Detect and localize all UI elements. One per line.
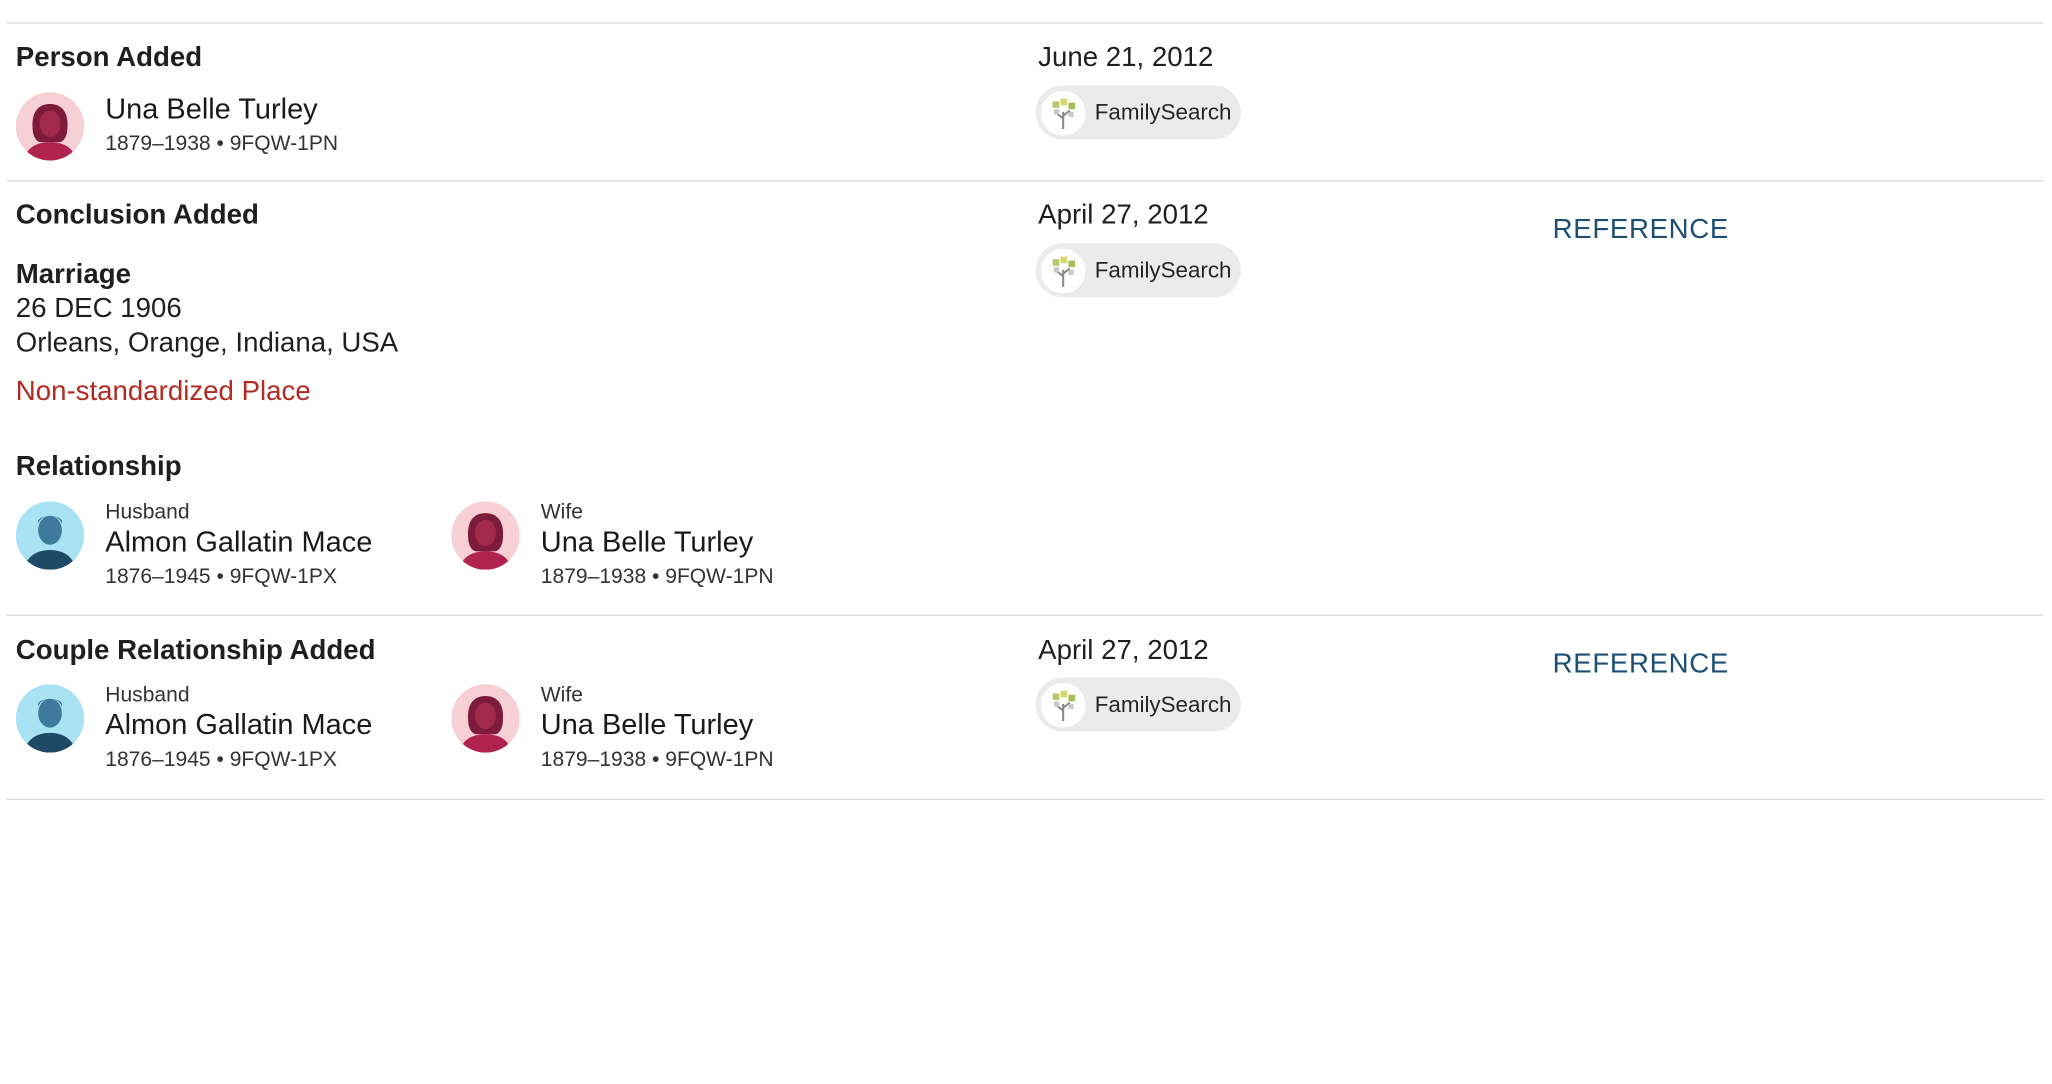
female-avatar-icon xyxy=(15,92,85,161)
person-name[interactable]: Una Belle Turley xyxy=(105,92,338,126)
male-avatar-icon xyxy=(15,501,85,570)
person-lifespan-id: 1879–1938 • 9FQW-1PN xyxy=(540,565,774,589)
male-avatar-icon xyxy=(15,684,85,753)
contributor-name: FamilySearch xyxy=(1094,257,1232,283)
divider xyxy=(6,798,2044,801)
reference-link[interactable]: REFERENCE xyxy=(1553,649,1729,681)
person-lifespan-id: 1879–1938 • 9FQW-1PN xyxy=(540,748,774,772)
wife-card[interactable]: Wife Una Belle Turley 1879–1938 • 9FQW-1… xyxy=(451,684,872,771)
entry-date: June 21, 2012 xyxy=(1038,42,1214,73)
place-warning: Non-standardized Place xyxy=(15,376,311,407)
person-name[interactable]: Una Belle Turley xyxy=(541,525,774,559)
entry-date: April 27, 2012 xyxy=(1038,200,1209,231)
person-name[interactable]: Una Belle Turley xyxy=(541,708,774,742)
reference-link[interactable]: REFERENCE xyxy=(1553,214,1729,246)
contributor-chip[interactable]: FamilySearch xyxy=(1035,243,1241,298)
entry-title: Person Added xyxy=(15,42,203,73)
female-avatar-icon xyxy=(451,684,520,753)
person-lifespan-id: 1879–1938 • 9FQW-1PN xyxy=(105,132,339,156)
female-avatar-icon xyxy=(451,501,520,570)
person-role: Husband xyxy=(105,684,190,707)
change-entry-couple-relationship-added: Couple Relationship Added Husband Almon … xyxy=(0,616,2052,799)
contributor-name: FamilySearch xyxy=(1094,691,1232,717)
contributor-chip[interactable]: FamilySearch xyxy=(1035,677,1241,732)
change-entry-person-added: Person Added Una Belle Turley 1879–1938 … xyxy=(0,24,2052,181)
relationship-heading: Relationship xyxy=(15,451,182,482)
person-info: Husband Almon Gallatin Mace 1876–1945 • … xyxy=(105,684,372,773)
person-info: Una Belle Turley 1879–1938 • 9FQW-1PN xyxy=(105,92,338,158)
person-info: Wife Una Belle Turley 1879–1938 • 9FQW-1… xyxy=(541,501,774,590)
person-card[interactable]: Una Belle Turley 1879–1938 • 9FQW-1PN xyxy=(15,92,542,171)
contributor-name: FamilySearch xyxy=(1094,99,1232,125)
entry-date: April 27, 2012 xyxy=(1038,635,1209,666)
entry-title: Conclusion Added xyxy=(15,200,259,231)
change-entry-conclusion-added: Conclusion Added Marriage 26 DEC 1906 Or… xyxy=(0,182,2052,615)
contributor-chip[interactable]: FamilySearch xyxy=(1035,85,1241,140)
familysearch-tree-icon xyxy=(1040,90,1086,135)
person-info: Husband Almon Gallatin Mace 1876–1945 • … xyxy=(105,501,372,590)
person-lifespan-id: 1876–1945 • 9FQW-1PX xyxy=(105,748,337,772)
husband-card[interactable]: Husband Almon Gallatin Mace 1876–1945 • … xyxy=(15,501,437,588)
person-name[interactable]: Almon Gallatin Mace xyxy=(105,708,372,742)
change-log-page: Person Added Una Belle Turley 1879–1938 … xyxy=(0,0,2052,1084)
familysearch-tree-icon xyxy=(1040,248,1086,293)
person-role: Husband xyxy=(105,501,190,524)
person-info: Wife Una Belle Turley 1879–1938 • 9FQW-1… xyxy=(541,684,774,773)
wife-card[interactable]: Wife Una Belle Turley 1879–1938 • 9FQW-1… xyxy=(451,501,872,588)
person-name[interactable]: Almon Gallatin Mace xyxy=(105,525,372,559)
fact-date: 26 DEC 1906 xyxy=(15,293,182,324)
person-lifespan-id: 1876–1945 • 9FQW-1PX xyxy=(105,565,337,589)
husband-card[interactable]: Husband Almon Gallatin Mace 1876–1945 • … xyxy=(15,684,437,771)
familysearch-tree-icon xyxy=(1040,682,1086,727)
fact-type: Marriage xyxy=(15,259,131,290)
fact-place: Orleans, Orange, Indiana, USA xyxy=(15,327,399,358)
person-role: Wife xyxy=(540,501,583,524)
entry-title: Couple Relationship Added xyxy=(15,635,376,666)
person-role: Wife xyxy=(540,684,583,707)
